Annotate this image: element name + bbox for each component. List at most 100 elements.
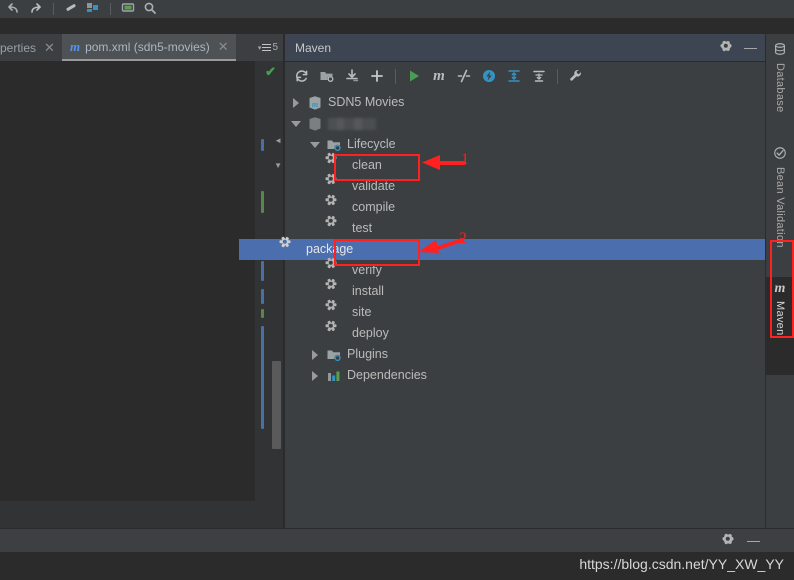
editor-tab-properties[interactable]: perties ✕ [0, 34, 62, 61]
undo-icon[interactable] [4, 0, 24, 18]
tree-row-goal-compile[interactable]: compile [285, 193, 767, 218]
add-maven-project-icon[interactable] [366, 65, 388, 87]
goal-gear-icon [326, 214, 347, 237]
editor-marker[interactable] [261, 289, 264, 304]
tree-row-dependencies[interactable]: Dependencies [285, 365, 767, 386]
maven-settings-icon[interactable] [565, 65, 587, 87]
editor-marker[interactable] [261, 309, 264, 318]
lifecycle-folder-icon [326, 137, 342, 153]
redo-icon[interactable] [26, 0, 46, 18]
bean-validation-icon [773, 146, 787, 163]
maven-tool-window: Maven — m m SDN5 Movies Lifecycle clean … [239, 34, 773, 529]
tree-row-lifecycle[interactable]: Lifecycle [285, 134, 767, 155]
tree-row-goal-deploy[interactable]: deploy [285, 319, 767, 344]
goal-gear-icon [326, 256, 347, 279]
expand-arrow-icon[interactable] [291, 97, 302, 108]
svg-text:m: m [312, 100, 318, 109]
search-icon[interactable] [140, 0, 160, 18]
editor-area[interactable]: ✔ ◄ ▼ [0, 61, 283, 501]
maven-m-icon: m [69, 38, 81, 54]
download-sources-icon[interactable] [341, 65, 363, 87]
reimport-icon[interactable] [291, 65, 313, 87]
goal-gear-icon [326, 298, 347, 321]
generate-sources-icon[interactable] [316, 65, 338, 87]
screenshot-icon[interactable] [118, 0, 138, 18]
tree-row-label: compile [352, 200, 396, 215]
toggle-offline-icon[interactable] [478, 65, 500, 87]
expand-all-icon[interactable] [528, 65, 550, 87]
editor-marker[interactable] [261, 326, 264, 429]
editor-tab-label: pom.xml (sdn5-movies) [85, 39, 210, 54]
hide-button[interactable]: — [744, 41, 757, 54]
editor-marker[interactable] [261, 191, 264, 213]
editor-marker-gutter[interactable]: ✔ ◄ ▼ [255, 61, 283, 501]
database-icon [773, 42, 787, 59]
settings-gear-button[interactable] [720, 40, 732, 55]
goal-gear-icon [326, 277, 347, 300]
dependencies-icon [326, 368, 342, 384]
tool-window-tab-label: Maven [774, 301, 786, 336]
close-icon[interactable]: ✕ [44, 41, 55, 54]
collapse-all-icon[interactable] [503, 65, 525, 87]
hide-button[interactable]: — [747, 534, 760, 547]
collapse-arrow-icon[interactable] [291, 118, 302, 129]
collapse-arrow-icon[interactable] [310, 139, 321, 150]
execute-maven-goal-icon[interactable]: m [428, 65, 450, 87]
maven-project-tree[interactable]: m SDN5 Movies Lifecycle clean validate c… [239, 90, 767, 529]
annotation-number-1: 1 [461, 151, 469, 168]
editor-marker[interactable] [261, 139, 264, 151]
gutter-caret-icon[interactable]: ▼ [274, 161, 282, 170]
tree-row-label: site [352, 305, 372, 320]
editor-tab-pom-xml[interactable]: m pom.xml (sdn5-movies) ✕ [61, 34, 236, 61]
tool-window-tab-maven[interactable]: m Maven [766, 277, 794, 375]
goal-gear-icon [326, 193, 347, 216]
maven-toolbar: m [285, 62, 773, 91]
goal-gear-icon [280, 235, 301, 258]
tree-row-module-blurred[interactable] [285, 113, 767, 134]
run-configs-icon[interactable] [83, 0, 103, 18]
ide-window: perties ✕ m pom.xml (sdn5-movies) ✕ ▾ 5 … [0, 0, 794, 580]
toolbar-divider-2 [110, 3, 111, 15]
close-icon[interactable]: ✕ [218, 40, 229, 53]
tree-row-goal-site[interactable]: site [285, 298, 767, 323]
tree-row-sdn5-movies[interactable]: m SDN5 Movies [285, 92, 767, 113]
tree-row-plugins[interactable]: Plugins [285, 344, 767, 365]
wand-icon[interactable] [61, 0, 81, 18]
editor-tab-label: perties [0, 40, 37, 55]
tree-row-label: install [352, 284, 384, 299]
tree-row-goal-test[interactable]: test [285, 214, 767, 239]
right-tool-window-bar: Database Bean Validation m Maven [765, 34, 794, 546]
editor-scrollbar-thumb[interactable] [272, 361, 281, 449]
tree-row-goal-install[interactable]: install [285, 277, 767, 302]
tree-row-label: Plugins [347, 347, 388, 362]
plugins-folder-icon [326, 347, 342, 363]
inspection-ok-icon[interactable]: ✔ [265, 64, 276, 80]
tree-row-label: clean [352, 158, 382, 173]
tree-row-label: SDN5 Movies [328, 95, 405, 110]
goal-gear-icon [326, 172, 347, 195]
tool-window-tab-label: Database [774, 63, 786, 113]
editor-tab-bar: perties ✕ m pom.xml (sdn5-movies) ✕ ▾ 5 [0, 34, 283, 61]
maven-module-icon [307, 116, 323, 132]
tree-row-goal-package[interactable]: package [239, 235, 767, 260]
tool-window-tab-database[interactable]: Database [766, 38, 794, 117]
tree-row-label: test [352, 221, 373, 236]
maven-project-icon: m [307, 95, 323, 111]
toggle-skip-tests-icon[interactable] [453, 65, 475, 87]
tree-row-goal-clean[interactable]: clean [285, 151, 767, 176]
run-icon[interactable] [403, 65, 425, 87]
toolbar-divider-2 [557, 68, 558, 84]
tab-overflow-control[interactable]: ▾ 5 [253, 34, 283, 61]
chevron-down-icon[interactable]: ▾ [258, 44, 262, 52]
tool-window-tab-bean-validation[interactable]: Bean Validation [766, 142, 794, 252]
goal-gear-icon [326, 151, 347, 174]
settings-gear-button[interactable] [722, 533, 734, 548]
expand-arrow-icon[interactable] [310, 349, 321, 360]
tree-row-goal-validate[interactable]: validate [285, 172, 767, 197]
editor-marker[interactable] [261, 261, 264, 281]
tree-row-label: Lifecycle [347, 137, 396, 152]
tree-row-goal-verify[interactable]: verify [285, 256, 767, 281]
gutter-collapse-icon[interactable]: ◄ [274, 136, 282, 145]
expand-arrow-icon[interactable] [310, 370, 321, 381]
watermark-text: https://blog.csdn.net/YY_XW_YY [579, 556, 784, 572]
